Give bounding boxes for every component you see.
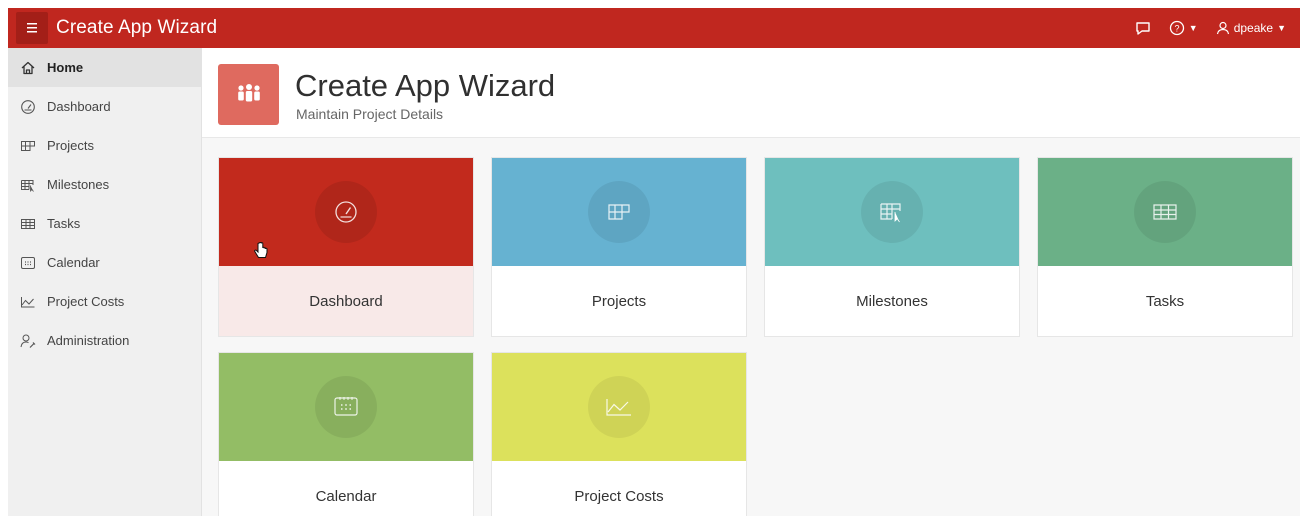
page-subtitle: Maintain Project Details [296, 106, 444, 122]
card-calendar[interactable]: Calendar [218, 352, 474, 516]
sidebar-item-label: Home [47, 60, 84, 75]
help-menu-button[interactable]: ? ▼ [1169, 20, 1198, 36]
menu-toggle-button[interactable] [16, 12, 48, 44]
user-menu-button[interactable]: dpeake ▼ [1216, 21, 1286, 35]
sidebar-item-project-costs[interactable]: Project Costs [8, 282, 201, 321]
card-label: Calendar [315, 487, 377, 505]
header-actions: ? ▼ dpeake ▼ [1135, 8, 1286, 48]
people-group-icon [218, 64, 279, 125]
calendar-icon [315, 376, 377, 438]
card-projects[interactable]: Projects [491, 157, 747, 337]
card-banner [765, 158, 1019, 266]
card-label: Tasks [1145, 292, 1185, 310]
sidebar-item-projects[interactable]: Projects [8, 126, 201, 165]
card-banner [492, 353, 746, 461]
hamburger-icon [27, 23, 37, 33]
chat-bubble-icon [1136, 21, 1150, 35]
sidebar-item-milestones[interactable]: Milestones [8, 165, 201, 204]
card-label: Project Costs [574, 487, 664, 505]
sidebar-item-administration[interactable]: Administration [8, 321, 201, 360]
card-label: Dashboard [309, 292, 383, 310]
svg-text:?: ? [1174, 24, 1179, 34]
tasks-table-icon [1134, 181, 1196, 243]
card-label: Projects [591, 292, 647, 310]
page-hero: Create App Wizard Maintain Project Detai… [202, 48, 1300, 138]
card-project-costs[interactable]: Project Costs [491, 352, 747, 516]
sidebar-item-label: Administration [47, 333, 130, 348]
user-icon [1216, 21, 1229, 35]
sidebar-item-home[interactable]: Home [8, 48, 201, 87]
sidebar-item-label: Tasks [47, 216, 81, 231]
sidebar-item-calendar[interactable]: Calendar [8, 243, 201, 282]
card-milestones[interactable]: Milestones [764, 157, 1020, 337]
main-content: Create App Wizard Maintain Project Detai… [202, 48, 1300, 516]
dashboard-gauge-icon [315, 181, 377, 243]
tasks-table-icon [21, 218, 35, 229]
top-navigation-bar: Create App Wizard ? ▼ dpeake ▼ [8, 8, 1300, 48]
home-icon [21, 61, 35, 74]
page-title: Create App Wizard [295, 68, 556, 103]
card-banner [492, 158, 746, 266]
card-banner [1038, 158, 1292, 266]
user-wrench-icon [20, 334, 36, 348]
feedback-button[interactable] [1135, 21, 1151, 36]
line-chart-icon [21, 296, 35, 307]
milestones-table-icon [21, 179, 34, 192]
app-title[interactable]: Create App Wizard [56, 17, 217, 39]
sidebar-item-dashboard[interactable]: Dashboard [8, 87, 201, 126]
chevron-down-icon: ▼ [1277, 23, 1286, 33]
sidebar-item-label: Milestones [47, 177, 110, 192]
chevron-down-icon: ▼ [1188, 23, 1198, 33]
milestones-table-icon [861, 181, 923, 243]
sidebar: Home Dashboard Projects Milestones Tasks… [8, 48, 202, 516]
sidebar-item-label: Calendar [47, 255, 100, 270]
card-dashboard[interactable]: Dashboard [218, 157, 474, 337]
sidebar-item-tasks[interactable]: Tasks [8, 204, 201, 243]
calendar-icon [21, 256, 35, 269]
projects-grid-icon [21, 140, 35, 151]
line-chart-icon [588, 376, 650, 438]
card-label: Milestones [856, 292, 928, 310]
hand-pointer-icon [253, 241, 269, 265]
help-circle-icon: ? [1169, 20, 1184, 36]
dashboard-gauge-icon [21, 99, 35, 114]
sidebar-item-label: Dashboard [47, 99, 111, 114]
app-window: Create App Wizard ? ▼ dpeake ▼ Home Dash… [8, 8, 1300, 516]
card-banner [219, 353, 473, 461]
card-tasks[interactable]: Tasks [1037, 157, 1293, 337]
sidebar-item-label: Projects [47, 138, 94, 153]
user-name: dpeake [1233, 21, 1274, 35]
projects-grid-icon [588, 181, 650, 243]
sidebar-item-label: Project Costs [47, 294, 125, 309]
